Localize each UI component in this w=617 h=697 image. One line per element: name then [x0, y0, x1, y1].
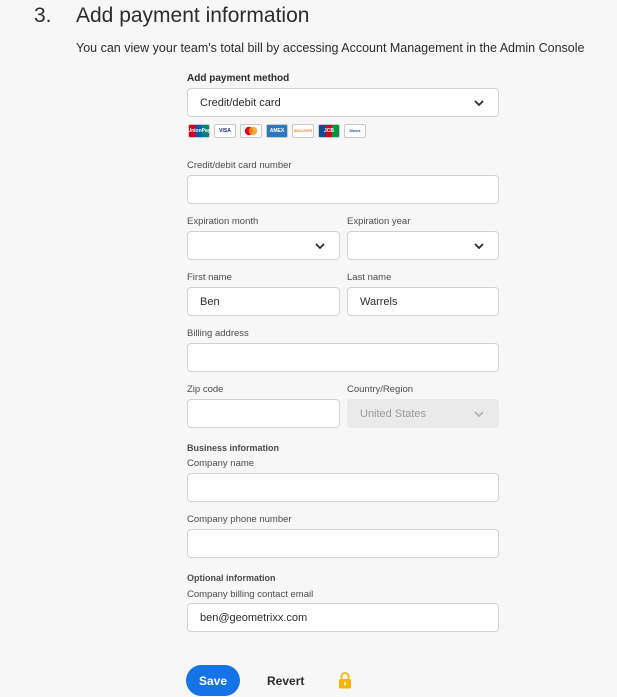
- expiration-year-label: Expiration year: [347, 216, 411, 227]
- payment-method-value: Credit/debit card: [200, 96, 281, 109]
- jcb-icon: JCB: [318, 124, 340, 138]
- country-label: Country/Region: [347, 384, 414, 395]
- revert-button[interactable]: Revert: [259, 665, 312, 696]
- save-button[interactable]: Save: [186, 665, 240, 696]
- last-name-input[interactable]: Warrels: [347, 287, 499, 316]
- expiration-month-select[interactable]: [187, 231, 340, 260]
- company-phone-input[interactable]: [187, 529, 499, 558]
- payment-method-label: Add payment method: [187, 73, 290, 84]
- mastercard-icon: [240, 124, 262, 138]
- chevron-down-icon: [315, 242, 325, 249]
- company-name-label: Company name: [187, 458, 255, 469]
- expiration-month-label: Expiration month: [187, 216, 259, 227]
- payment-method-select[interactable]: Credit/debit card: [187, 88, 499, 117]
- visa-icon: VISA: [214, 124, 236, 138]
- unionpay-icon: UnionPay: [187, 124, 211, 138]
- zip-code-label: Zip code: [187, 384, 224, 395]
- card-brand-icons: UnionPay VISA AMEX DISCOVER JCB Diners: [187, 124, 366, 138]
- company-phone-label: Company phone number: [187, 514, 292, 525]
- business-section-heading: Business information: [187, 443, 280, 453]
- zip-code-input[interactable]: [187, 399, 340, 428]
- page-subtitle: You can view your team's total bill by a…: [76, 41, 585, 55]
- lock-icon: [339, 672, 351, 689]
- step-number: 3.: [34, 4, 52, 27]
- expiration-year-select[interactable]: [347, 231, 499, 260]
- chevron-down-icon: [474, 410, 484, 417]
- chevron-down-icon: [474, 242, 484, 249]
- amex-icon: AMEX: [266, 124, 288, 138]
- diners-club-icon: Diners: [344, 124, 366, 138]
- billing-address-input[interactable]: [187, 343, 499, 372]
- optional-section-heading: Optional information: [187, 573, 276, 583]
- company-name-input[interactable]: [187, 473, 499, 502]
- billing-email-label: Company billing contact email: [187, 589, 314, 600]
- billing-email-input[interactable]: ben@geometrixx.com: [187, 603, 499, 632]
- chevron-down-icon: [474, 99, 484, 106]
- country-value: United States: [360, 407, 427, 420]
- first-name-input[interactable]: Ben: [187, 287, 340, 316]
- country-select: United States: [347, 399, 499, 428]
- first-name-label: First name: [187, 272, 232, 283]
- card-number-input[interactable]: [187, 175, 499, 204]
- page-title: Add payment information: [76, 4, 310, 27]
- card-number-label: Credit/debit card number: [187, 160, 292, 171]
- discover-icon: DISCOVER: [292, 124, 314, 138]
- last-name-label: Last name: [347, 272, 392, 283]
- billing-address-label: Billing address: [187, 328, 249, 339]
